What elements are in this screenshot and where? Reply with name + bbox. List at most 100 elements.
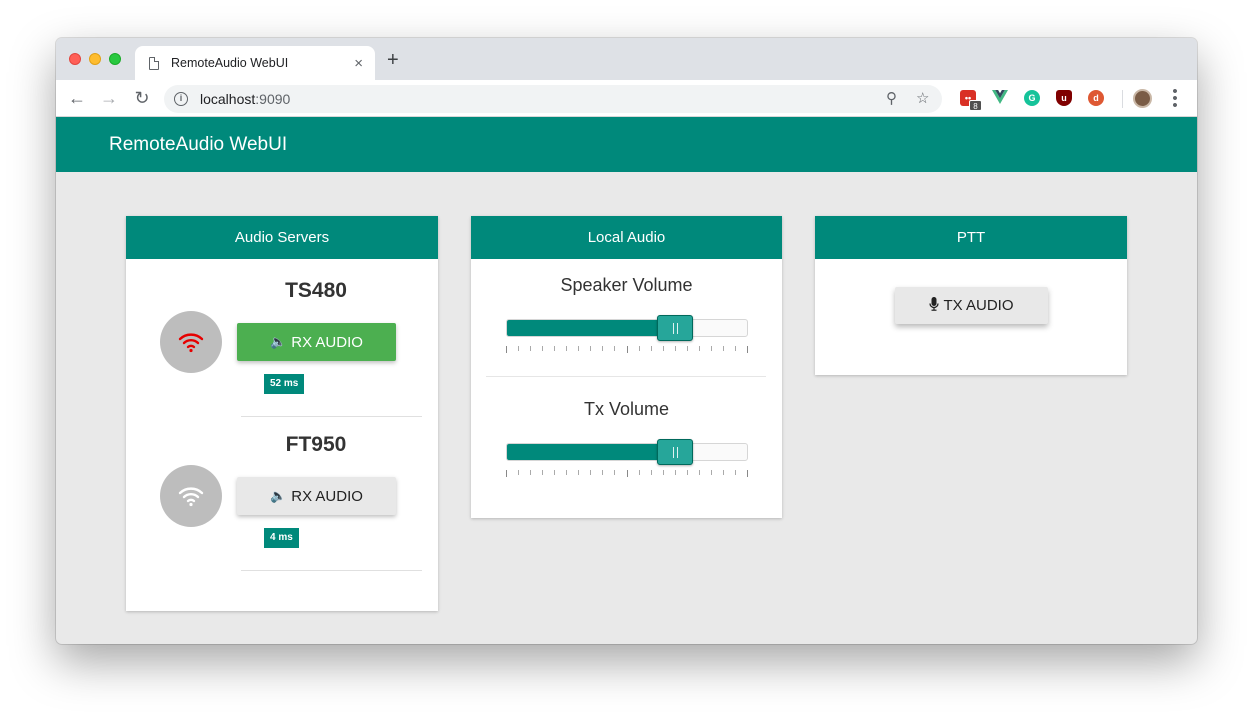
local-audio-card: Local Audio Speaker Volume Tx Volume	[471, 216, 782, 518]
local-audio-header: Local Audio	[471, 216, 782, 259]
rx-audio-button-ft950[interactable]: 🔈 RX AUDIO	[237, 477, 396, 515]
slider-tick	[711, 470, 712, 475]
slider-tick	[735, 470, 736, 475]
profile-avatar[interactable]	[1133, 89, 1152, 108]
slider-tick	[602, 346, 603, 351]
ublock-icon[interactable]: u	[1056, 90, 1072, 106]
url-text[interactable]: localhost:9090	[200, 91, 290, 107]
forward-arrow-icon[interactable]: →	[98, 87, 120, 109]
slider-tick	[627, 470, 628, 477]
tab-title: RemoteAudio WebUI	[171, 56, 289, 70]
tab-close-icon[interactable]: ×	[354, 55, 363, 72]
slider-tick	[627, 346, 628, 353]
vue-devtools-icon[interactable]	[992, 90, 1008, 106]
reload-icon[interactable]: ↻	[131, 87, 153, 109]
slider-tick	[590, 346, 591, 351]
slider-tick	[723, 346, 724, 351]
tab-strip: RemoteAudio WebUI × +	[56, 38, 1197, 80]
server-name: FT950	[285, 433, 347, 456]
speaker-volume-fill	[507, 320, 675, 336]
slider-tick	[687, 470, 688, 475]
slider-tick	[590, 470, 591, 475]
server-divider	[241, 416, 422, 417]
tx-volume-ticks	[506, 470, 748, 478]
slider-tick	[675, 346, 676, 351]
back-arrow-icon[interactable]: ←	[66, 87, 88, 109]
slider-tick	[663, 470, 664, 475]
ptt-card: PTT TX AUDIO	[815, 216, 1127, 375]
slider-tick	[699, 470, 700, 475]
slider-tick	[518, 470, 519, 475]
info-icon[interactable]: i	[174, 92, 188, 106]
browser-window: RemoteAudio WebUI × + ← → ↻ i localhost:…	[56, 38, 1197, 644]
tx-audio-button[interactable]: TX AUDIO	[895, 287, 1048, 324]
more-menu-icon[interactable]: • • •	[1170, 84, 1180, 113]
zoom-icon[interactable]: ⚲	[886, 89, 897, 107]
slider-tick	[602, 470, 603, 475]
slider-tick	[566, 346, 567, 351]
slider-tick	[542, 346, 543, 351]
slider-tick	[651, 346, 652, 351]
tx-volume-label: Tx Volume	[583, 399, 670, 419]
slider-tick	[530, 470, 531, 475]
toolbar-separator	[1122, 90, 1123, 108]
browser-tab[interactable]: RemoteAudio WebUI ×	[135, 46, 375, 80]
rx-audio-button-ts480[interactable]: 🔈 RX AUDIO	[237, 323, 396, 361]
maximize-window-button[interactable]	[109, 53, 121, 65]
bookmark-star-icon[interactable]: ☆	[916, 89, 929, 107]
latency-badge: 52 ms	[264, 374, 305, 394]
slider-tick	[723, 470, 724, 475]
slider-tick	[651, 470, 652, 475]
slider-tick	[639, 346, 640, 351]
slider-tick	[566, 470, 567, 475]
slider-tick	[614, 470, 615, 475]
slider-tick	[747, 470, 748, 477]
slider-tick	[663, 346, 664, 351]
close-window-button[interactable]	[69, 53, 81, 65]
app-bar: RemoteAudio WebUI	[56, 117, 1197, 172]
page-icon	[149, 56, 159, 70]
tx-volume-fill	[507, 444, 675, 460]
local-audio-divider	[486, 376, 766, 377]
slider-tick	[542, 470, 543, 475]
minimize-window-button[interactable]	[89, 53, 101, 65]
slider-tick	[506, 470, 507, 477]
wifi-icon	[160, 311, 222, 373]
speaker-volume-label: Speaker Volume	[560, 275, 693, 295]
slider-tick	[578, 470, 579, 475]
browser-toolbar: ← → ↻ i localhost:9090 ⚲ ☆ •• 8 G u d • •…	[56, 80, 1197, 117]
audio-servers-card: Audio Servers TS480 🔈 RX AUDIO 52 ms FT9…	[126, 216, 438, 611]
slider-tick	[518, 346, 519, 351]
slider-tick	[614, 346, 615, 351]
grammarly-icon[interactable]: G	[1024, 90, 1040, 106]
address-bar[interactable]: i localhost:9090 ⚲ ☆	[164, 85, 942, 113]
server-name: TS480	[285, 279, 347, 302]
ptt-header: PTT	[815, 216, 1127, 259]
slider-tick	[687, 346, 688, 351]
volume-up-icon: 🔈	[270, 488, 287, 503]
duckduckgo-icon[interactable]: d	[1088, 90, 1104, 106]
tx-volume-handle[interactable]	[657, 439, 693, 465]
extension-badge: 8	[969, 100, 982, 111]
server-divider	[241, 570, 422, 571]
slider-tick	[711, 346, 712, 351]
app-title: RemoteAudio WebUI	[109, 134, 288, 155]
slider-tick	[554, 346, 555, 351]
microphone-icon	[929, 296, 940, 315]
slider-tick	[578, 346, 579, 351]
speaker-volume-ticks	[506, 346, 748, 354]
slider-tick	[639, 470, 640, 475]
speaker-volume-handle[interactable]	[657, 315, 693, 341]
slider-tick	[747, 346, 748, 353]
tx-volume-slider[interactable]	[506, 439, 748, 465]
volume-up-icon: 🔈	[270, 334, 287, 349]
latency-badge: 4 ms	[264, 528, 299, 548]
speaker-volume-slider[interactable]	[506, 315, 748, 341]
slider-tick	[530, 346, 531, 351]
slider-tick	[675, 470, 676, 475]
slider-tick	[735, 346, 736, 351]
new-tab-button[interactable]: +	[387, 50, 399, 70]
slider-tick	[699, 346, 700, 351]
audio-servers-header: Audio Servers	[126, 216, 438, 259]
slider-tick	[506, 346, 507, 353]
